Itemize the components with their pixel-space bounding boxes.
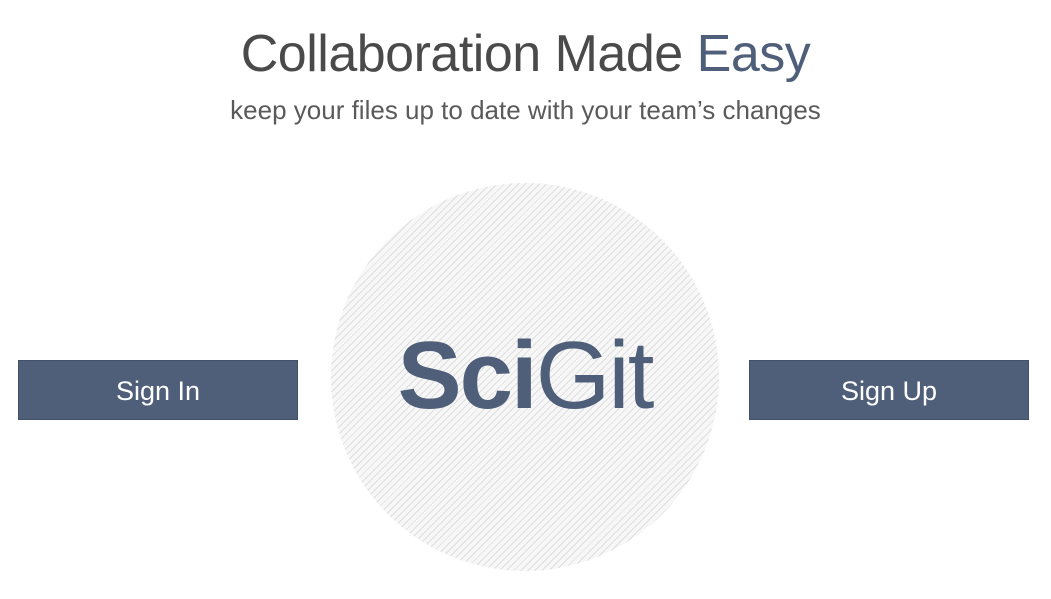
landing-page: Collaboration Made Easy keep your files … [0, 0, 1051, 599]
sign-up-button[interactable]: Sign Up [749, 360, 1029, 420]
sign-in-button[interactable]: Sign In [18, 360, 298, 420]
sign-up-button-label: Sign Up [840, 376, 938, 406]
page-headline: Collaboration Made Easy [0, 22, 1051, 86]
page-subtitle: keep your files up to date with your tea… [230, 95, 821, 125]
sign-in-button-label: Sign In [115, 376, 201, 406]
logo-part-sci: Sci [397, 322, 538, 429]
logo-part-git: Git [535, 322, 655, 429]
headline-accent-text: Easy [696, 25, 811, 83]
scigit-logo: SciGit [331, 318, 719, 434]
headline-main-text: Collaboration Made [240, 25, 697, 83]
